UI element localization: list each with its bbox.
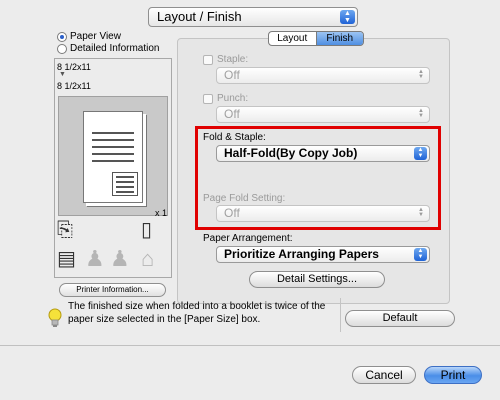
up-down-arrows-icon: ▲ ▼ <box>418 108 424 119</box>
checkbox-unchecked-icon <box>203 54 213 65</box>
tab-layout[interactable]: Layout <box>269 32 316 45</box>
radio-unselected-icon <box>57 43 67 54</box>
paper-arrangement-label: Paper Arrangement: <box>203 233 293 244</box>
paper-view-label: Paper View <box>70 31 121 42</box>
punch-checkbox[interactable]: Punch: <box>203 93 248 104</box>
staple-label: Staple: <box>217 54 249 65</box>
document-list-icon: ▤ <box>57 248 76 270</box>
output-size-label: 8 1/2x11 <box>57 81 91 91</box>
lightbulb-icon <box>48 308 62 327</box>
document-page-icon <box>83 111 143 203</box>
panel-selector-value: Layout / Finish <box>157 9 242 24</box>
secure-document-icon: ⌂ <box>141 246 155 271</box>
punch-select[interactable]: Off ▲ ▼ <box>216 106 430 123</box>
info-message: The finished size when folded into a boo… <box>68 301 326 325</box>
user-icon: ♟ <box>85 246 105 271</box>
printer-information-button[interactable]: Printer Information... <box>59 283 166 297</box>
punch-value: Off <box>224 107 240 121</box>
up-down-arrows-icon: ▲ ▼ <box>340 10 355 24</box>
panel-selector-dropdown[interactable]: Layout / Finish ▲ ▼ <box>148 7 358 27</box>
print-button[interactable]: Print <box>424 366 482 384</box>
output-tray-icon: ⎘ <box>57 219 73 241</box>
page-fold-setting-label: Page Fold Setting: <box>203 193 286 204</box>
detail-settings-button[interactable]: Detail Settings... <box>249 271 385 288</box>
layout-finish-tabs: Layout Finish <box>268 31 364 46</box>
detailed-information-radio[interactable]: Detailed Information <box>57 43 160 54</box>
up-down-arrows-icon: ▲ ▼ <box>414 147 427 160</box>
fold-staple-select[interactable]: Half-Fold(By Copy Job) ▲ ▼ <box>216 145 430 162</box>
punch-label: Punch: <box>217 93 249 104</box>
booklet-icon: ▯ <box>141 219 153 241</box>
cancel-button[interactable]: Cancel <box>352 366 416 384</box>
checkbox-unchecked-icon <box>203 93 213 104</box>
staple-value: Off <box>224 68 240 82</box>
separator <box>340 298 341 332</box>
up-down-arrows-icon: ▲ ▼ <box>418 207 424 218</box>
detailed-information-label: Detailed Information <box>70 43 160 54</box>
fold-staple-value: Half-Fold(By Copy Job) <box>224 146 358 160</box>
page-fold-setting-select[interactable]: Off ▲ ▼ <box>216 205 430 222</box>
print-preview-panel: 8 1/2x11 ▼ 8 1/2x11 x 1 ⎘ ▯ ▤ ♟ ♟ ⌂ <box>54 58 172 278</box>
tab-finish[interactable]: Finish <box>315 32 363 45</box>
staple-select[interactable]: Off ▲ ▼ <box>216 67 430 84</box>
radio-selected-icon <box>57 31 67 42</box>
up-down-arrows-icon: ▲ ▼ <box>418 69 424 80</box>
staple-checkbox[interactable]: Staple: <box>203 54 248 65</box>
up-down-arrows-icon: ▲ ▼ <box>414 248 427 261</box>
page-preview <box>58 96 168 216</box>
down-triangle-icon: ▼ <box>59 71 66 78</box>
users-icon: ♟ <box>110 246 130 271</box>
paper-view-radio[interactable]: Paper View <box>57 31 121 42</box>
paper-arrangement-value: Prioritize Arranging Papers <box>224 247 379 261</box>
divider <box>0 345 500 346</box>
fold-staple-label: Fold & Staple: <box>203 132 266 143</box>
paper-arrangement-select[interactable]: Prioritize Arranging Papers ▲ ▼ <box>216 246 430 263</box>
default-button[interactable]: Default <box>345 310 455 327</box>
copies-count: x 1 <box>154 208 167 218</box>
page-fold-setting-value: Off <box>224 206 240 220</box>
